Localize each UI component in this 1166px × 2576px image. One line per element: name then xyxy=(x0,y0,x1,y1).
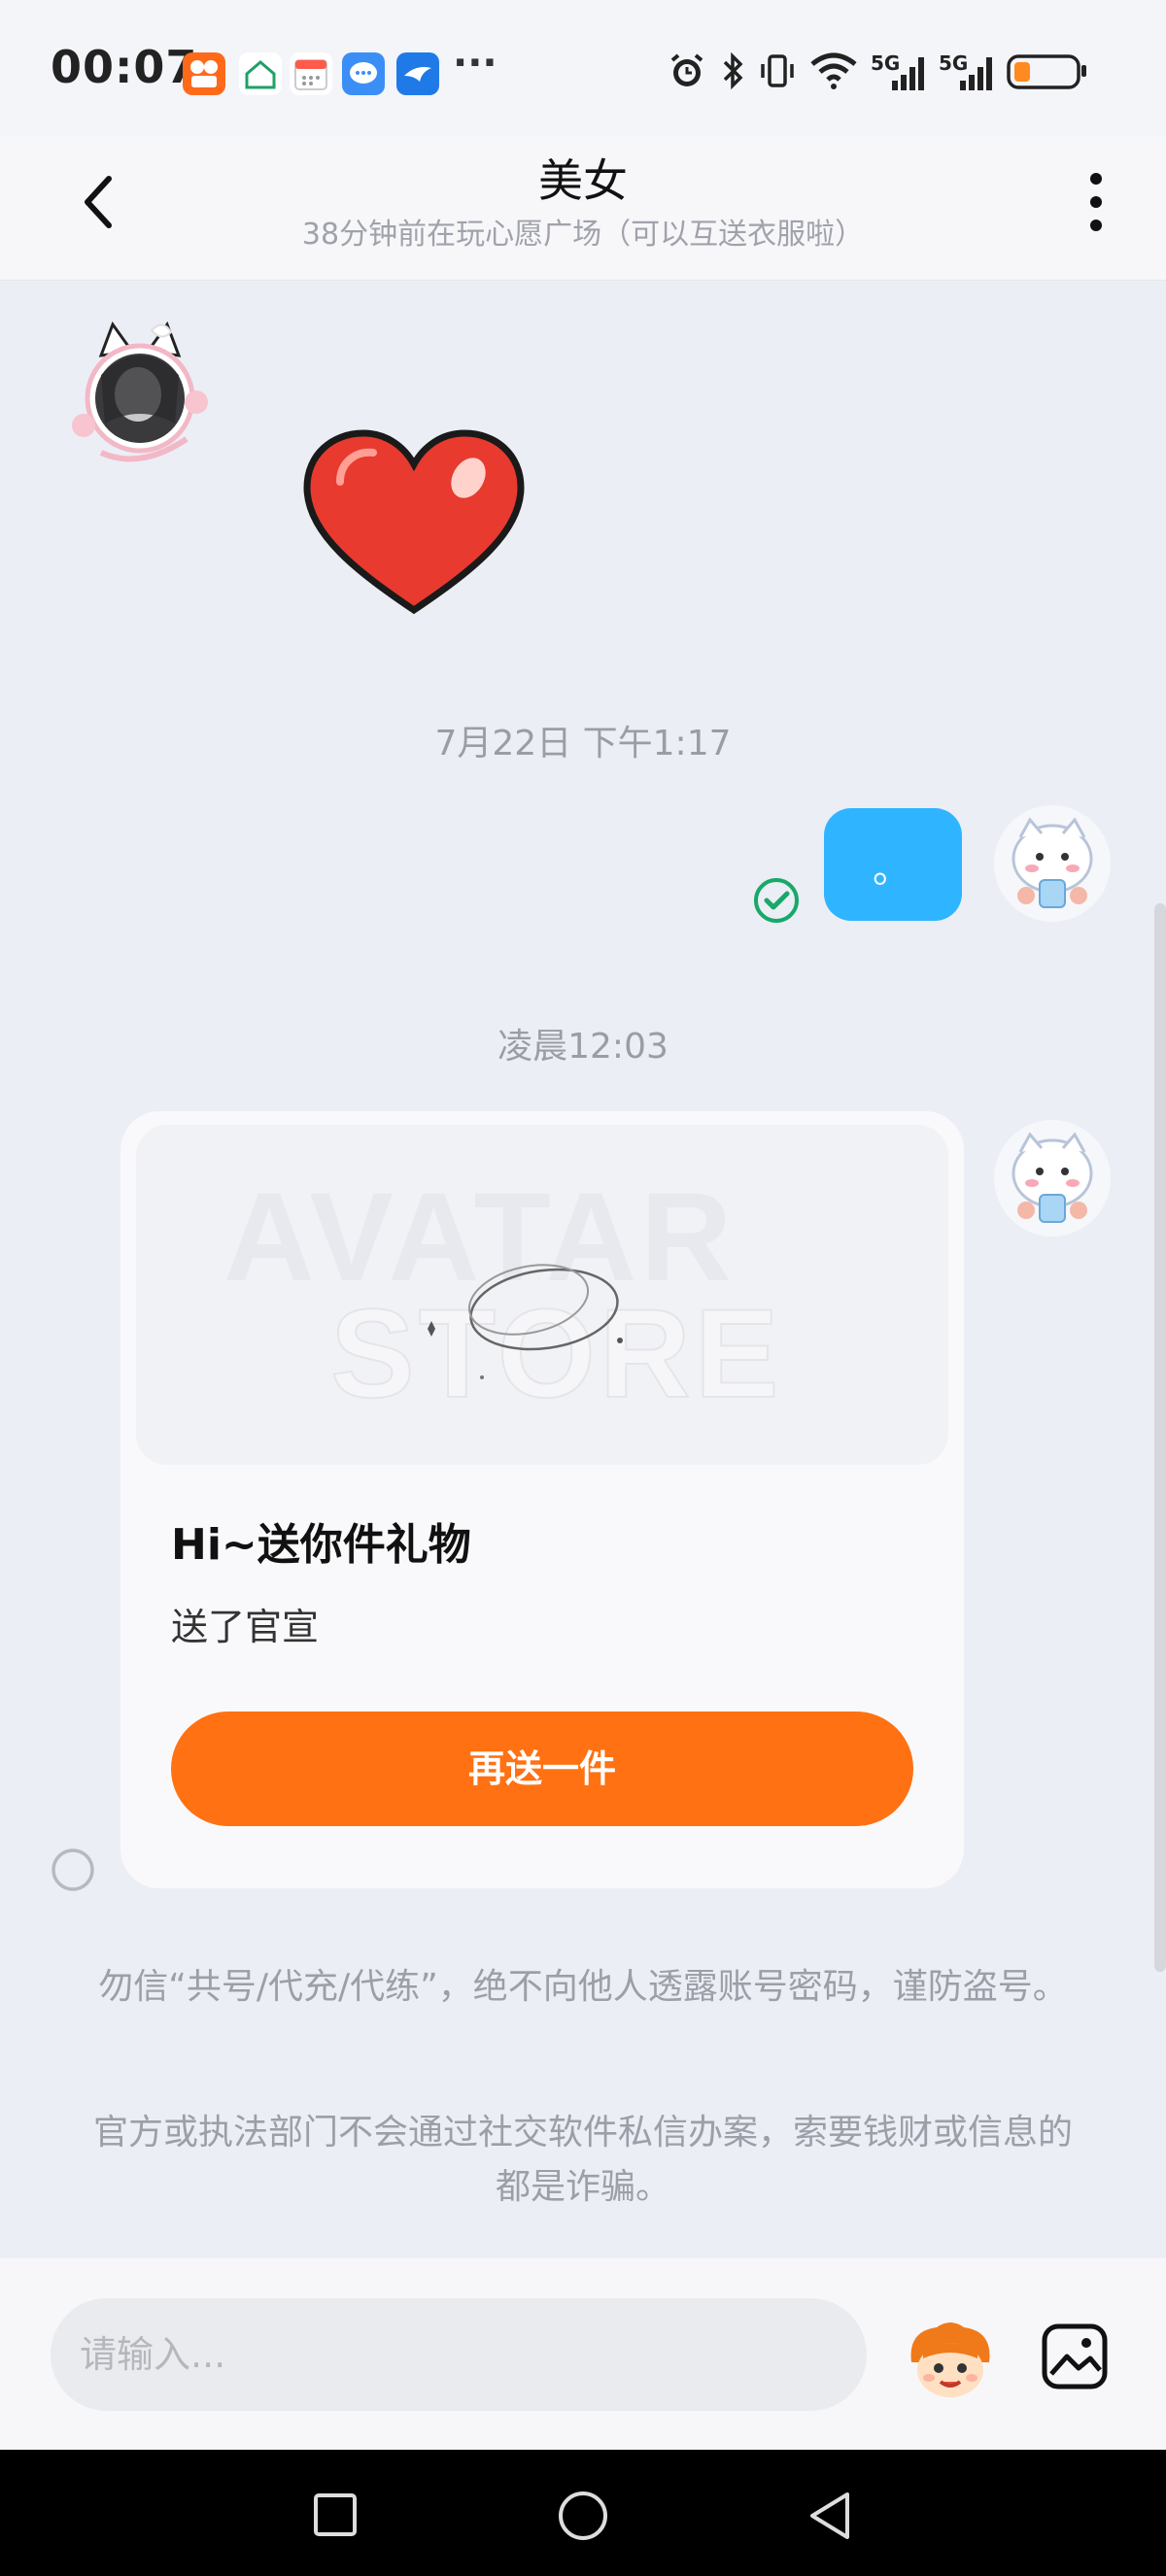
status-icons: 5G 5G xyxy=(667,49,1088,97)
send-another-label: 再送一件 xyxy=(467,1747,616,1790)
square-icon xyxy=(314,2493,357,2536)
messages-app-icon xyxy=(342,52,385,95)
more-notifications-icon: ··· xyxy=(453,41,497,85)
home-button[interactable] xyxy=(556,2489,610,2543)
message-input[interactable]: 请输入... xyxy=(51,2298,867,2411)
read-receipt-check-icon xyxy=(752,876,801,925)
timestamp: 凌晨12:03 xyxy=(497,1027,669,1067)
emoji-sticker-button[interactable] xyxy=(904,2312,997,2405)
gift-card-title: Hi~送你件礼物 xyxy=(171,1520,471,1570)
circle-icon xyxy=(559,2491,607,2540)
recent-apps-button[interactable] xyxy=(311,2491,360,2539)
gift-card[interactable]: AVATAR STORE Hi~送你件礼物 送了官宣 再送一件 xyxy=(120,1111,964,1888)
bird-app-icon xyxy=(396,52,439,95)
chat-subtitle: 38分钟前在玩心愿广场（可以互送衣服啦） xyxy=(301,218,865,252)
chat-title: 美女 xyxy=(538,154,628,207)
triangle-back-icon xyxy=(810,2492,849,2539)
ring-loading-icon xyxy=(428,1264,623,1379)
timestamp: 7月22日 下午1:17 xyxy=(434,724,732,763)
more-vertical-icon xyxy=(1090,173,1102,231)
calendar-app-icon xyxy=(290,52,332,95)
security-notice: 勿信“共号/代充/代练”，绝不向他人透露账号密码，谨防盗号。 xyxy=(98,1967,1068,2007)
heart-sticker[interactable] xyxy=(301,427,527,618)
sent-message-text: 。 xyxy=(873,847,911,892)
sent-message-bubble[interactable]: 。 xyxy=(824,808,962,921)
my-avatar[interactable] xyxy=(991,1117,1114,1239)
select-message-radio[interactable] xyxy=(51,1847,95,1892)
more-options-button[interactable] xyxy=(1079,171,1114,233)
fraud-notice: 官方或执法部门不会通过社交软件私信办案，索要钱财或信息的都是诈骗。 xyxy=(92,2113,1073,2207)
image-picker-button[interactable] xyxy=(1040,2322,1110,2391)
alarm-icon xyxy=(667,51,707,95)
gift-card-description: 送了官宣 xyxy=(171,1606,320,1648)
signal-5g-icon-1: 5G xyxy=(871,51,927,94)
gift-card-image: AVATAR STORE xyxy=(136,1125,948,1465)
send-another-button[interactable]: 再送一件 xyxy=(171,1712,913,1826)
my-avatar[interactable] xyxy=(991,802,1114,925)
vibrate-icon xyxy=(758,51,797,95)
app-notification-icon xyxy=(183,52,225,95)
signal-5g-icon-2: 5G xyxy=(939,51,995,94)
battery-icon xyxy=(1007,51,1088,95)
monkey-emoji-icon xyxy=(910,2322,990,2397)
bluetooth-icon xyxy=(719,51,746,95)
contact-avatar[interactable] xyxy=(62,317,218,472)
back-nav-button[interactable] xyxy=(805,2489,857,2543)
image-icon xyxy=(1042,2323,1108,2390)
home-app-icon xyxy=(239,52,282,95)
wifi-icon xyxy=(808,51,859,95)
status-time: 00:07 xyxy=(51,41,198,93)
